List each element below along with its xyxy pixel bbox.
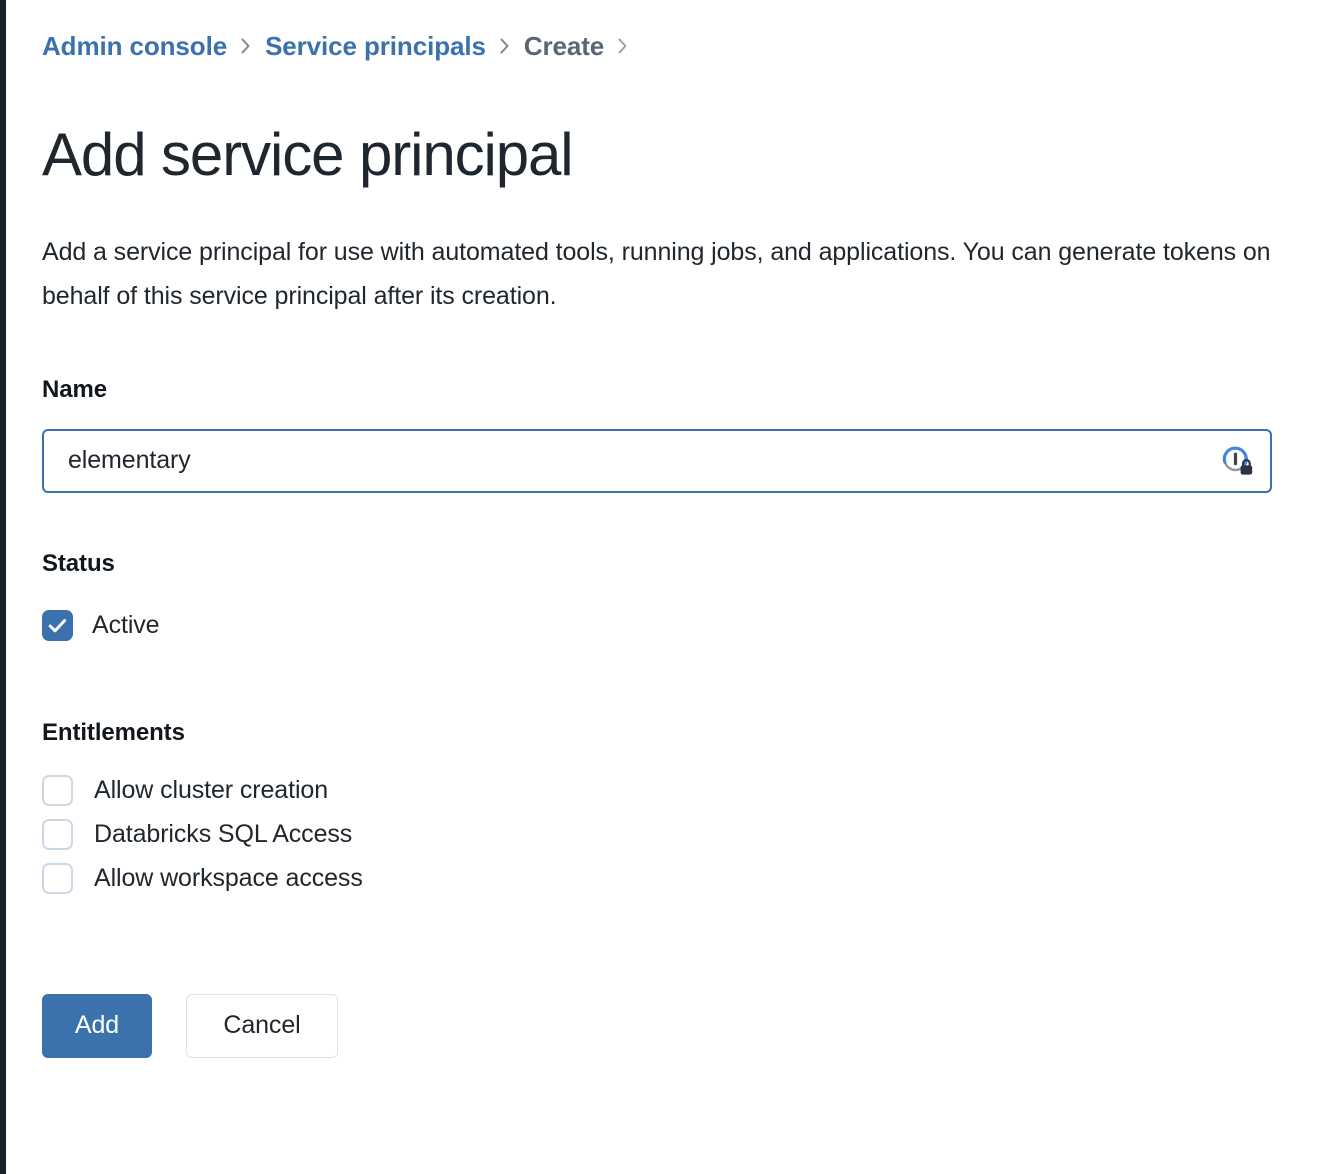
status-active-label: Active — [92, 610, 160, 639]
entitlement-checkbox-allow-workspace-access[interactable] — [42, 863, 73, 895]
breadcrumb-item-admin-console[interactable]: Admin console — [42, 31, 227, 62]
chevron-right-icon — [240, 36, 252, 56]
entitlement-checkbox-allow-cluster-creation[interactable] — [42, 775, 73, 807]
entitlements-label: Entitlements — [42, 718, 185, 746]
name-field-label: Name — [42, 375, 107, 403]
status-active-checkbox-row[interactable]: Active — [42, 609, 1274, 641]
breadcrumb: Admin console Service principals Create — [42, 0, 1274, 70]
chevron-right-icon — [499, 36, 511, 56]
name-input[interactable] — [44, 430, 1270, 491]
entitlement-label-allow-cluster-creation: Allow cluster creation — [94, 776, 329, 805]
breadcrumb-item-service-principals[interactable]: Service principals — [265, 31, 486, 62]
name-field-group: Name — [42, 318, 1274, 493]
page-description: Add a service principal for use with aut… — [42, 237, 1271, 310]
page-title: Add service principal — [42, 121, 574, 188]
add-service-principal-page: Admin console Service principals Create … — [0, 0, 1320, 1174]
entitlement-label-databricks-sql-access: Databricks SQL Access — [94, 820, 353, 849]
breadcrumb-item-create: Create — [523, 30, 605, 61]
name-input-wrapper[interactable] — [42, 428, 1272, 493]
entitlements-list: Allow cluster creation Databricks SQL Ac… — [42, 769, 1274, 901]
entitlements-field-group: Entitlements Allow cluster creation Data… — [42, 641, 1274, 901]
status-label: Status — [42, 549, 115, 577]
page-content: Admin console Service principals Create … — [42, 0, 1274, 1058]
status-active-checkbox[interactable] — [42, 609, 73, 641]
entitlement-row-allow-workspace-access[interactable]: Allow workspace access — [42, 857, 1274, 901]
form-actions: Add Cancel — [42, 901, 1274, 1058]
password-manager-lock-icon[interactable] — [1220, 444, 1254, 478]
cancel-button[interactable]: Cancel — [186, 993, 338, 1058]
status-field-group: Status Active — [42, 493, 1274, 641]
entitlement-checkbox-databricks-sql-access[interactable] — [42, 819, 73, 851]
chevron-right-icon — [617, 36, 629, 56]
entitlement-row-databricks-sql-access[interactable]: Databricks SQL Access — [42, 813, 1274, 857]
entitlement-label-allow-workspace-access: Allow workspace access — [94, 864, 363, 893]
add-button[interactable]: Add — [42, 993, 152, 1058]
entitlement-row-allow-cluster-creation[interactable]: Allow cluster creation — [42, 769, 1274, 813]
